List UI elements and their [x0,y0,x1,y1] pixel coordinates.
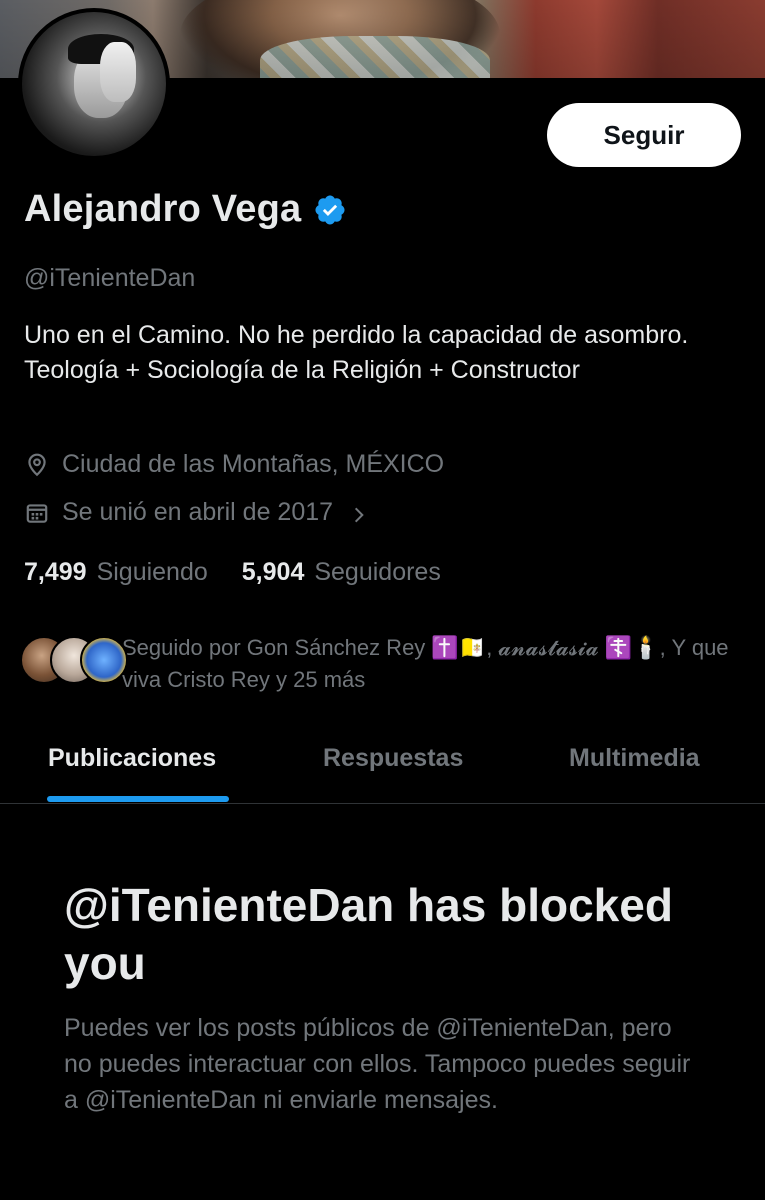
tab-multimedia[interactable]: Multimedia [569,744,700,773]
chevron-right-icon [349,503,369,523]
tab-publicaciones[interactable]: Publicaciones [48,744,216,773]
followed-by-line-1: Seguido por Gon Sánchez Rey ✝️🇻🇦, 𝓪𝓷𝓪𝓼𝓽𝓪… [122,635,729,660]
followers-label: Seguidores [314,558,441,586]
profile-location: Ciudad de las Montañas, MÉXICO [24,450,444,479]
verified-badge-icon[interactable] [313,193,347,227]
followers-count: 5,904 [241,558,305,586]
blocked-message: Puedes ver los posts públicos de @iTenie… [64,1014,691,1114]
mutual-avatar [80,636,128,684]
profile-bio: Uno en el Camino. No he perdido la capac… [24,321,689,384]
joined-text: Se unió en abril de 2017 [62,498,334,526]
profile-tabs: Publicaciones Respuestas Multimedia [0,730,765,804]
profile-avatar[interactable] [18,8,170,160]
avatar-image [22,12,166,156]
following-label: Siguiendo [96,558,208,586]
following-count: 7,499 [24,558,87,586]
followers-stat[interactable]: 5,904 Seguidores [242,558,441,587]
location-pin-icon [24,452,50,478]
followed-by-preview[interactable]: Seguido por Gon Sánchez Rey ✝️🇻🇦, 𝓪𝓷𝓪𝓼𝓽𝓪… [20,632,750,696]
follow-button[interactable]: Seguir [547,103,741,167]
display-name-row: Alejandro Vega [24,188,347,231]
followed-by-line-2: viva Cristo Rey y 25 más [122,667,366,692]
display-name: Alejandro Vega [24,188,302,230]
profile-page: Seguir Alejandro Vega @iTenienteDan Uno … [0,0,765,1200]
profile-joined[interactable]: Se unió en abril de 2017 [24,498,369,527]
following-stat[interactable]: 7,499 Siguiendo [24,558,208,587]
calendar-icon [24,500,50,526]
active-tab-indicator [47,796,229,802]
profile-handle: @iTenienteDan [24,264,196,292]
tab-respuestas[interactable]: Respuestas [323,744,463,773]
avatar-hand [100,42,136,102]
location-text: Ciudad de las Montañas, MÉXICO [62,450,445,478]
profile-stats: 7,499 Siguiendo 5,904 Seguidores [24,558,475,587]
mutual-avatars [20,632,128,688]
blocked-title: @iTenienteDan has blocked you [64,879,673,989]
followed-by-text: Seguido por Gon Sánchez Rey ✝️🇻🇦, 𝓪𝓷𝓪𝓼𝓽𝓪… [122,632,729,696]
